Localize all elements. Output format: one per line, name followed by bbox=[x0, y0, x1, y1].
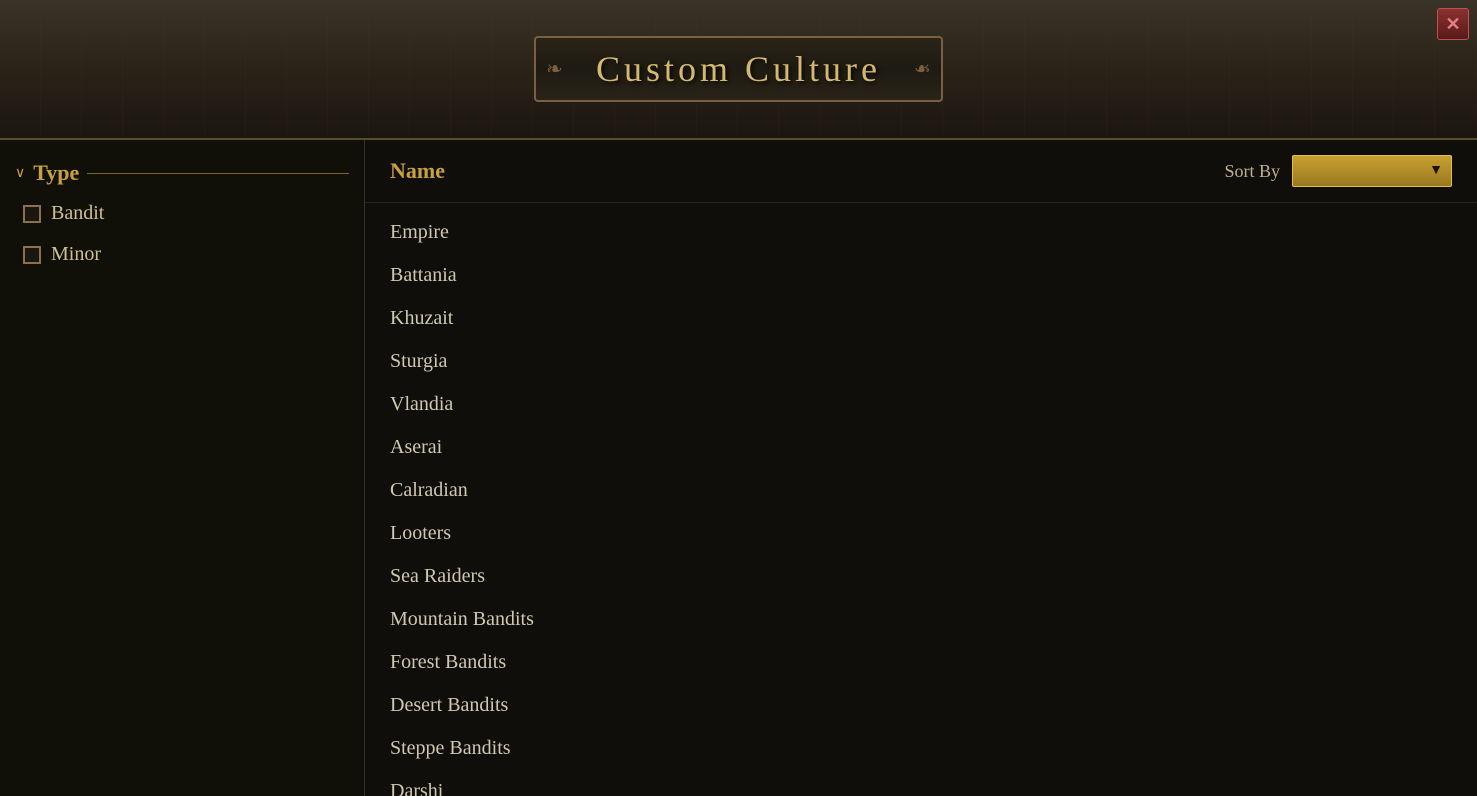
filter-title: Type bbox=[33, 160, 79, 186]
sort-dropdown[interactable]: ▼ bbox=[1292, 155, 1452, 187]
sort-section: Sort By ▼ bbox=[1224, 155, 1452, 187]
content-area: Name Sort By ▼ EmpireBattaniaKhuzaitStur… bbox=[365, 140, 1477, 796]
list-item[interactable]: Vlandia bbox=[365, 383, 1477, 426]
filter-divider bbox=[87, 173, 349, 174]
list-item[interactable]: Sturgia bbox=[365, 340, 1477, 383]
close-button[interactable]: ✕ bbox=[1437, 8, 1469, 40]
list-item[interactable]: Steppe Bandits bbox=[365, 727, 1477, 770]
checkbox-bandit[interactable] bbox=[23, 205, 41, 223]
chevron-down-icon[interactable]: ∨ bbox=[15, 165, 25, 182]
list-item[interactable]: Looters bbox=[365, 512, 1477, 555]
filter-section-type: ∨ Type Bandit Minor bbox=[15, 160, 349, 270]
title-frame: Custom Culture bbox=[534, 36, 943, 102]
filter-item-bandit[interactable]: Bandit bbox=[15, 198, 349, 229]
list-item[interactable]: Calradian bbox=[365, 469, 1477, 512]
header: Custom Culture ✕ bbox=[0, 0, 1477, 140]
main-layout: ∨ Type Bandit Minor Name Sort By ▼ bbox=[0, 140, 1477, 796]
dropdown-arrow-icon: ▼ bbox=[1429, 163, 1443, 179]
list-item[interactable]: Khuzait bbox=[365, 297, 1477, 340]
list-item[interactable]: Darshi bbox=[365, 770, 1477, 796]
column-name-label: Name bbox=[390, 158, 445, 184]
sidebar: ∨ Type Bandit Minor bbox=[0, 140, 365, 796]
list-item[interactable]: Battania bbox=[365, 254, 1477, 297]
list-item[interactable]: Aserai bbox=[365, 426, 1477, 469]
culture-list: EmpireBattaniaKhuzaitSturgiaVlandiaAsera… bbox=[365, 203, 1477, 796]
sort-by-label: Sort By bbox=[1224, 161, 1280, 182]
filter-label-minor: Minor bbox=[51, 243, 101, 266]
list-item[interactable]: Sea Raiders bbox=[365, 555, 1477, 598]
list-item[interactable]: Desert Bandits bbox=[365, 684, 1477, 727]
filter-item-minor[interactable]: Minor bbox=[15, 239, 349, 270]
column-header: Name Sort By ▼ bbox=[365, 140, 1477, 203]
filter-header: ∨ Type bbox=[15, 160, 349, 186]
list-item[interactable]: Mountain Bandits bbox=[365, 598, 1477, 641]
checkbox-minor[interactable] bbox=[23, 246, 41, 264]
list-item[interactable]: Empire bbox=[365, 211, 1477, 254]
list-item[interactable]: Forest Bandits bbox=[365, 641, 1477, 684]
page-title: Custom Culture bbox=[596, 49, 881, 89]
filter-label-bandit: Bandit bbox=[51, 202, 104, 225]
